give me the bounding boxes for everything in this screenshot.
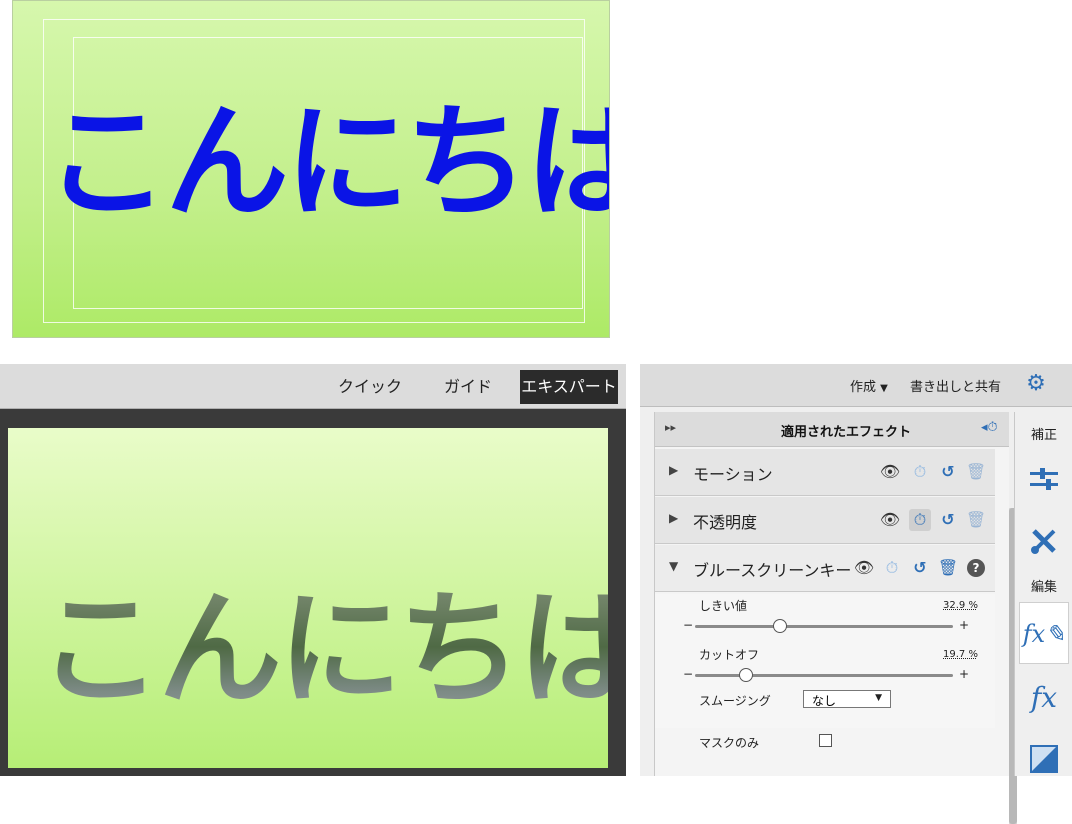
effect-row-blue-screen-key[interactable]: ▼ ブルースクリーンキー 👁 ⏱ ↺ 🗑 ? xyxy=(655,545,995,592)
effect-label: ブルースクリーンキー xyxy=(693,561,852,580)
mask-only-checkbox[interactable] xyxy=(819,734,832,747)
mask-only-label: マスクのみ xyxy=(699,736,760,750)
reset-icon[interactable]: ↺ xyxy=(909,557,931,579)
threshold-minus[interactable]: − xyxy=(683,618,693,632)
caret-down-icon: ▼ xyxy=(880,383,888,394)
cutoff-value[interactable]: 19.7 % xyxy=(943,649,978,660)
effects-button[interactable]: fx xyxy=(1019,670,1069,726)
expand-triangle-icon[interactable]: ▶ xyxy=(669,463,678,477)
smoothing-select[interactable]: なし ▼ xyxy=(803,690,891,708)
fx-icon: fx xyxy=(1030,681,1058,714)
monitor-canvas[interactable]: こんにちは xyxy=(8,428,608,768)
collapse-triangle-icon[interactable]: ▼ xyxy=(669,559,678,573)
trash-icon[interactable]: 🗑 xyxy=(965,509,987,531)
cutoff-slider-knob[interactable] xyxy=(738,668,753,682)
threshold-slider-knob[interactable] xyxy=(772,619,787,633)
applied-effects-title: 適用されたエフェクト xyxy=(781,425,912,440)
sliders-icon xyxy=(1030,467,1058,490)
expand-triangle-icon[interactable]: ▶ xyxy=(669,511,678,525)
eye-icon[interactable]: 👁 xyxy=(879,461,901,483)
transitions-button[interactable] xyxy=(1019,730,1069,776)
cutoff-slider-track[interactable] xyxy=(695,674,953,677)
create-menu-button[interactable]: 作成 ▼ xyxy=(850,376,888,395)
cutoff-minus[interactable]: − xyxy=(683,667,693,681)
stopwatch-icon[interactable]: ⏱ xyxy=(881,557,903,579)
applied-effects-button[interactable]: fx✎ xyxy=(1019,602,1069,664)
effects-panel: 作成 ▼ 書き出しと共有 ⚙ ▸▸ 適用されたエフェクト ◂⏱ ▶ モーション … xyxy=(640,364,1072,824)
create-label: 作成 xyxy=(850,380,877,395)
side-toolbar: 補正 編集 fx✎ fx xyxy=(1014,412,1072,776)
cutoff-plus[interactable]: + xyxy=(959,667,969,681)
edit-label: 編集 xyxy=(1030,580,1057,595)
fx-edit-icon: fx✎ xyxy=(1022,620,1066,648)
help-icon[interactable]: ? xyxy=(967,559,985,577)
effect-label: モーション xyxy=(693,465,773,484)
smoothing-value: なし xyxy=(812,694,837,708)
preview-title-text: こんにちは xyxy=(45,91,610,235)
applied-effects-header: ▸▸ 適用されたエフェクト ◂⏱ xyxy=(655,412,1009,447)
blue-screen-key-params: しきい値 32.9 % − + カットオフ 19.7 % − + スムージング … xyxy=(655,594,995,750)
effect-row-motion[interactable]: ▶ モーション 👁 ⏱ ↺ 🗑 xyxy=(655,449,995,496)
eye-icon[interactable]: 👁 xyxy=(853,557,875,579)
tab-guide[interactable]: ガイド xyxy=(438,370,498,404)
export-share-button[interactable]: 書き出しと共有 xyxy=(910,376,1001,395)
tab-expert[interactable]: エキスパート xyxy=(520,370,618,404)
transition-icon xyxy=(1030,744,1058,773)
adjust-sliders-button[interactable] xyxy=(1019,450,1069,506)
reset-icon[interactable]: ↺ xyxy=(937,509,959,531)
stopwatch-icon[interactable]: ⏱ xyxy=(909,509,931,531)
threshold-plus[interactable]: + xyxy=(959,618,969,632)
keyed-title-text: こんにちは xyxy=(38,548,608,728)
collapse-panel-icon[interactable]: ▸▸ xyxy=(665,421,676,434)
tab-quick[interactable]: クイック xyxy=(338,370,402,404)
threshold-value[interactable]: 32.9 % xyxy=(943,600,978,611)
panel-top-bar: 作成 ▼ 書き出しと共有 ⚙ xyxy=(640,364,1072,407)
keyframe-toggle-icon[interactable]: ◂⏱ xyxy=(981,420,998,435)
threshold-label: しきい値 xyxy=(699,599,748,613)
gear-icon[interactable]: ⚙ xyxy=(1024,372,1048,396)
trash-icon[interactable]: 🗑 xyxy=(965,461,987,483)
monitor-panel: クイック ガイド エキスパート こんにちは xyxy=(0,364,626,776)
trash-icon[interactable]: 🗑 xyxy=(937,557,959,579)
caret-down-icon: ▼ xyxy=(875,693,882,703)
threshold-slider-track[interactable] xyxy=(695,625,953,628)
mode-bar: クイック ガイド エキスパート xyxy=(0,364,626,409)
adjust-label: 補正 xyxy=(1030,428,1057,443)
eye-icon[interactable]: 👁 xyxy=(879,509,901,531)
tools-icon xyxy=(1031,528,1056,554)
top-preview-frame: こんにちは xyxy=(12,0,610,338)
reset-icon[interactable]: ↺ xyxy=(937,461,959,483)
effect-label: 不透明度 xyxy=(693,513,758,532)
stopwatch-icon[interactable]: ⏱ xyxy=(909,461,931,483)
smoothing-label: スムージング xyxy=(699,694,771,708)
effect-row-opacity[interactable]: ▶ 不透明度 👁 ⏱ ↺ 🗑 xyxy=(655,497,995,544)
applied-effects-list: ▸▸ 適用されたエフェクト ◂⏱ ▶ モーション 👁 ⏱ ↺ 🗑 ▶ 不透明度 … xyxy=(654,412,1017,824)
tools-button[interactable] xyxy=(1019,512,1069,568)
cutoff-label: カットオフ xyxy=(699,648,760,662)
